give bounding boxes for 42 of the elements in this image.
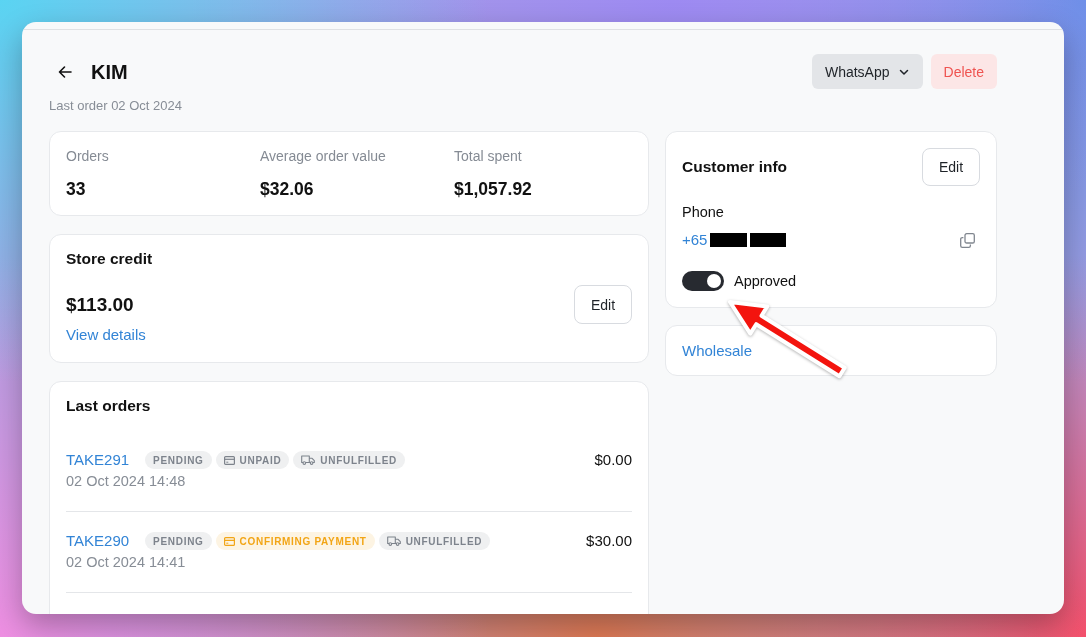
view-details-link[interactable]: View details bbox=[66, 325, 146, 345]
toggle-label: Approved bbox=[734, 272, 797, 291]
copy-icon[interactable] bbox=[960, 232, 975, 248]
tag-link[interactable]: Wholesale bbox=[682, 340, 753, 361]
last-order-text: Last order 02 Oct 2024 bbox=[49, 97, 182, 115]
back-arrow-icon[interactable] bbox=[57, 63, 73, 80]
status-badge: PENDING bbox=[145, 532, 212, 550]
order-total: $0.00 bbox=[594, 450, 632, 470]
credit-amount: $113.00 bbox=[66, 292, 134, 317]
order-date: 02 Oct 2024 14:41 bbox=[66, 553, 186, 572]
order-id-link[interactable]: TAKE290 bbox=[66, 531, 130, 551]
edit-button[interactable]: Edit bbox=[574, 285, 632, 324]
truck-icon bbox=[386, 536, 401, 546]
order-total: $30.00 bbox=[586, 531, 632, 551]
delete-button[interactable]: Delete bbox=[930, 54, 997, 89]
order-id-link[interactable]: TAKE291 bbox=[66, 450, 130, 470]
stat-label: Average order value bbox=[260, 147, 386, 166]
phone-number-link[interactable]: +65 bbox=[682, 230, 708, 250]
dropdown-button[interactable]: WhatsApp bbox=[811, 54, 923, 89]
stat-value: $32.06 bbox=[260, 178, 314, 201]
edit-button[interactable]: Edit bbox=[922, 148, 980, 186]
stat-label: Total spent bbox=[454, 147, 522, 166]
status-badge: UNPAID bbox=[215, 451, 290, 469]
status-badge: UNFULFILLED bbox=[293, 451, 405, 469]
status-badge: CONFIRMING PAYMENT bbox=[215, 532, 375, 550]
card-icon bbox=[223, 536, 235, 546]
status-badge: UNFULFILLED bbox=[378, 532, 491, 550]
page-title: KIM bbox=[91, 59, 128, 85]
order-date: 02 Oct 2024 14:48 bbox=[66, 472, 186, 491]
stat-value: 33 bbox=[66, 178, 86, 201]
redaction-block bbox=[710, 233, 748, 247]
status-badge: PENDING bbox=[145, 451, 212, 469]
stat-value: $1,057.92 bbox=[454, 178, 532, 201]
stat-label: Orders bbox=[66, 147, 109, 166]
truck-icon bbox=[301, 455, 316, 465]
phone-label: Phone bbox=[682, 203, 724, 222]
card-title: Store credit bbox=[66, 249, 153, 269]
toggle-switch[interactable] bbox=[682, 271, 724, 291]
card-title: Customer info bbox=[682, 157, 788, 177]
card-title: Last orders bbox=[66, 396, 151, 416]
card-icon bbox=[223, 455, 235, 465]
redaction-block bbox=[750, 233, 787, 247]
